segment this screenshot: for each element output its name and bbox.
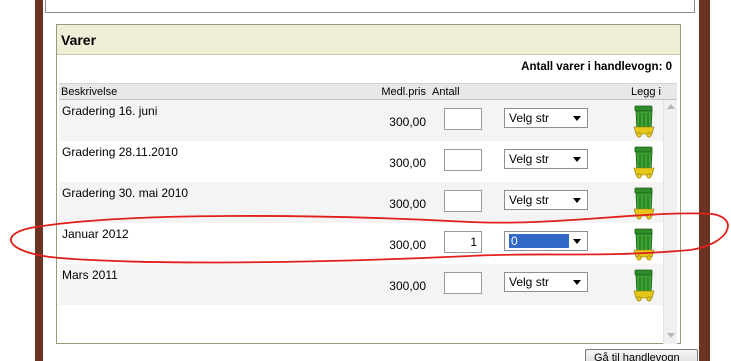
quantity-input[interactable] <box>444 272 482 294</box>
table-row: Gradering 16. juni 300,00 Velg str <box>59 100 663 141</box>
green-trash-bin-icon[interactable] <box>632 145 656 179</box>
chevron-down-icon <box>573 157 581 162</box>
size-select[interactable]: Velg str <box>504 190 588 210</box>
size-select-value: Velg str <box>509 275 550 289</box>
table-row: Mars 2011 300,00 Velg str <box>59 264 663 305</box>
table-row: Januar 2012 300,00 1 0 <box>59 223 663 264</box>
quantity-input[interactable]: 1 <box>444 231 482 253</box>
row-price: 300,00 <box>389 197 426 211</box>
quantity-input[interactable] <box>444 108 482 130</box>
green-trash-bin-icon[interactable] <box>632 104 656 138</box>
size-select[interactable]: Velg str <box>504 272 588 292</box>
row-description: Januar 2012 <box>62 227 129 241</box>
quantity-input[interactable] <box>444 149 482 171</box>
table-header: Beskrivelse Medl.pris Antall Legg i <box>59 84 677 100</box>
table-row: Gradering 28.11.2010 300,00 Velg str <box>59 141 663 182</box>
row-description: Mars 2011 <box>62 268 118 282</box>
table-scrollbar[interactable] <box>663 100 677 344</box>
products-table: Beskrivelse Medl.pris Antall Legg i Grad… <box>59 83 677 344</box>
table-row: Gradering 30. mai 2010 300,00 Velg str <box>59 182 663 223</box>
page-frame-left <box>35 0 43 361</box>
header-quantity: Antall <box>432 85 460 98</box>
size-select-value: 0 <box>509 234 569 248</box>
chevron-down-icon <box>573 280 581 285</box>
size-select[interactable]: Velg str <box>504 149 588 169</box>
products-panel: Varer Antall varer i handlevogn: 0 Beskr… <box>56 24 681 344</box>
green-trash-bin-icon[interactable] <box>632 227 656 261</box>
green-trash-bin-icon[interactable] <box>632 186 656 220</box>
chevron-down-icon <box>573 239 581 244</box>
row-description: Gradering 16. juni <box>62 104 158 118</box>
size-select[interactable]: 0 <box>504 231 588 251</box>
header-add: Legg i <box>631 85 661 98</box>
header-price: Medl.pris <box>381 85 426 98</box>
page-frame-right <box>699 0 710 361</box>
scroll-up-icon[interactable] <box>667 104 675 109</box>
scroll-down-icon[interactable] <box>667 333 675 338</box>
table-body: Gradering 16. juni 300,00 Velg str Grade… <box>59 100 663 305</box>
row-description: Gradering 28.11.2010 <box>62 145 178 159</box>
size-select[interactable]: Velg str <box>504 108 588 128</box>
panel-title: Varer <box>57 25 680 55</box>
row-price: 300,00 <box>389 156 426 170</box>
size-select-value: Velg str <box>509 152 550 166</box>
cart-count-label: Antall varer i handlevogn: 0 <box>521 61 672 73</box>
row-price: 300,00 <box>389 279 426 293</box>
chevron-down-icon <box>573 198 581 203</box>
chevron-down-icon <box>573 116 581 121</box>
go-to-cart-button[interactable]: Gå til handlevogn <box>585 349 698 361</box>
row-price: 300,00 <box>389 115 426 129</box>
previous-section-box <box>45 0 695 13</box>
quantity-input[interactable] <box>444 190 482 212</box>
green-trash-bin-icon[interactable] <box>632 268 656 302</box>
row-description: Gradering 30. mai 2010 <box>62 186 189 200</box>
size-select-value: Velg str <box>509 111 550 125</box>
header-description: Beskrivelse <box>61 85 118 98</box>
row-price: 300,00 <box>389 238 426 252</box>
size-select-value: Velg str <box>509 193 550 207</box>
